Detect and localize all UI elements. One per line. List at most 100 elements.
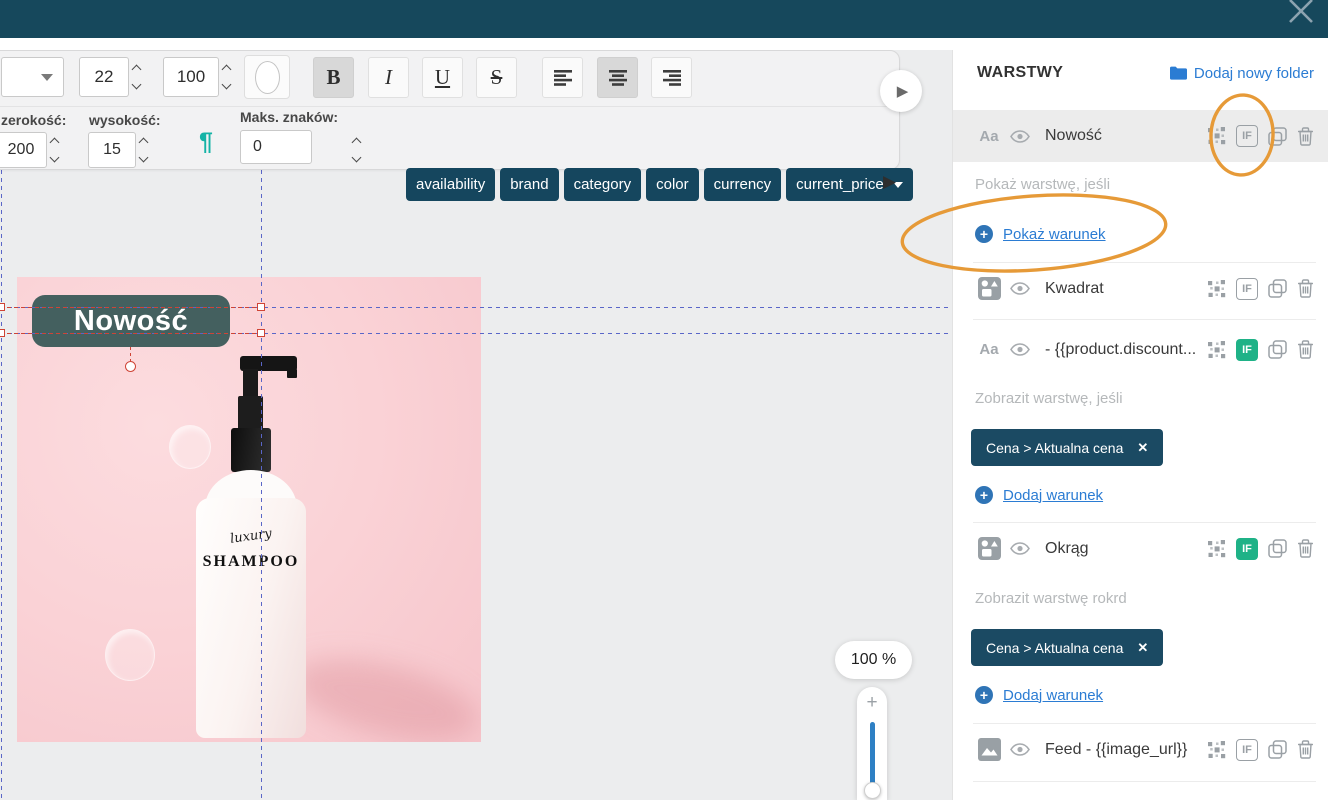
chip-availability[interactable]: availability (406, 168, 496, 201)
opacity-input[interactable]: 100 (163, 57, 219, 97)
layer-row-feed[interactable]: Feed - {{image_url}} IF (953, 724, 1328, 775)
step-down-icon (138, 152, 149, 163)
layer-row-nowosc[interactable]: Aa Nowość IF (953, 110, 1328, 162)
duplicate-icon[interactable] (1268, 279, 1287, 298)
position-dissolve-icon[interactable] (1208, 279, 1226, 298)
underline-label: U (434, 65, 451, 89)
height-value: 15 (103, 141, 121, 158)
selection-bottom-edge (0, 333, 262, 334)
nowosc-badge-layer[interactable]: Nowość (32, 295, 230, 347)
zoom-slider-handle[interactable] (863, 782, 881, 799)
align-left-button[interactable] (542, 57, 583, 98)
visibility-eye-icon[interactable] (1010, 542, 1030, 555)
text-format-toolbar: 22 100 B I U S zerokość: 200 wysokość: 1… (0, 50, 913, 201)
show-condition-label: Pokaż warunek (1003, 225, 1106, 243)
bold-button[interactable]: B (313, 57, 354, 98)
selection-handle-bottom-right[interactable] (257, 329, 265, 337)
trash-icon[interactable] (1297, 126, 1314, 146)
chip-currency[interactable]: currency (703, 168, 782, 201)
zoom-slider-track[interactable] (869, 722, 875, 790)
font-size-input[interactable]: 22 (79, 57, 129, 97)
chip-current-price-label: current_price (796, 176, 884, 193)
layer-row-okrag[interactable]: Okrąg IF (953, 523, 1328, 574)
font-family-select[interactable] (1, 57, 64, 97)
height-input[interactable]: 15 (88, 132, 136, 168)
font-size-stepper[interactable] (131, 57, 142, 97)
if-condition-icon-active[interactable]: IF (1236, 338, 1258, 361)
layer-row-kwadrat[interactable]: Kwadrat IF (953, 263, 1328, 314)
visibility-eye-icon[interactable] (1010, 282, 1030, 295)
trash-icon[interactable] (1297, 340, 1314, 359)
if-condition-icon[interactable]: IF (1236, 738, 1258, 761)
selection-handle-top-left[interactable] (0, 303, 5, 311)
ruler-strip (0, 38, 1328, 50)
zoom-in-button[interactable]: + (857, 692, 887, 714)
remove-condition-icon[interactable]: ✕ (1137, 440, 1148, 456)
duplicate-icon[interactable] (1268, 340, 1287, 359)
trash-icon[interactable] (1297, 279, 1314, 298)
toolbar-expand-button[interactable]: ▶ (880, 70, 922, 112)
image-layer-icon (977, 738, 1001, 761)
align-center-button[interactable] (597, 57, 638, 98)
pilcrow-icon[interactable]: ¶ (199, 128, 213, 157)
max-chars-input[interactable]: 0 (240, 130, 312, 164)
position-dissolve-icon[interactable] (1208, 340, 1226, 359)
opacity-stepper[interactable] (221, 57, 232, 97)
if-condition-icon[interactable]: IF (1236, 277, 1258, 300)
max-chars-label: Maks. znaków: (240, 109, 339, 125)
opacity-value: 100 (176, 67, 206, 86)
chip-color[interactable]: color (646, 168, 699, 201)
layers-panel: WARSTWY Dodaj nowy folder Aa Nowość IF P… (952, 38, 1328, 800)
chip-brand[interactable]: brand (500, 168, 559, 201)
width-input[interactable]: 200 (0, 132, 47, 168)
height-stepper[interactable] (138, 130, 149, 170)
color-swatch-button[interactable] (244, 55, 290, 99)
rotation-handle[interactable] (125, 361, 136, 372)
width-stepper[interactable] (49, 130, 60, 170)
underline-button[interactable]: U (422, 57, 463, 98)
close-icon[interactable] (1286, 0, 1316, 27)
duplicate-icon[interactable] (1268, 126, 1287, 146)
show-condition-link[interactable]: + Pokaż warunek (975, 224, 1106, 244)
step-up-icon (138, 137, 149, 148)
trash-icon[interactable] (1297, 539, 1314, 558)
max-chars-value: 0 (253, 138, 262, 155)
add-condition-link[interactable]: + Dodaj warunek (975, 485, 1103, 505)
bubble (169, 425, 211, 469)
strikethrough-label: S (490, 65, 503, 89)
ellipse-swatch-icon (254, 60, 280, 94)
add-condition-link[interactable]: + Dodaj warunek (975, 685, 1103, 705)
add-folder-link[interactable]: Dodaj nowy folder (1169, 65, 1314, 82)
if-condition-icon[interactable]: IF (1236, 125, 1258, 147)
layer-row-discount[interactable]: Aa - {{product.discount... IF (953, 324, 1328, 375)
plus-circle-icon: + (975, 486, 993, 504)
position-dissolve-icon[interactable] (1208, 127, 1226, 145)
font-size-value: 22 (94, 67, 114, 86)
trash-icon[interactable] (1297, 740, 1314, 759)
zoom-slider[interactable]: + (857, 687, 887, 800)
pump-cap (231, 428, 271, 472)
remove-condition-icon[interactable]: ✕ (1137, 640, 1148, 656)
divider (973, 781, 1316, 782)
visibility-eye-icon[interactable] (1010, 343, 1030, 356)
chips-scroll-right-icon[interactable]: ▶ (883, 172, 896, 192)
selection-top-edge (0, 307, 262, 308)
align-right-button[interactable] (651, 57, 692, 98)
visibility-eye-icon[interactable] (1010, 129, 1030, 143)
plus-circle-icon: + (975, 686, 993, 704)
strikethrough-button[interactable]: S (476, 57, 517, 98)
italic-button[interactable]: I (368, 57, 409, 98)
position-dissolve-icon[interactable] (1208, 740, 1226, 759)
duplicate-icon[interactable] (1268, 539, 1287, 558)
visibility-eye-icon[interactable] (1010, 743, 1030, 756)
position-dissolve-icon[interactable] (1208, 539, 1226, 558)
zoom-level-badge: 100 % (835, 641, 912, 679)
chip-category[interactable]: category (563, 168, 642, 201)
if-condition-icon-active[interactable]: IF (1236, 537, 1258, 560)
selection-handle-bottom-left[interactable] (0, 329, 5, 337)
selection-handle-top-right[interactable] (257, 303, 265, 311)
step-up-icon (351, 137, 362, 148)
max-chars-stepper[interactable] (351, 130, 362, 170)
step-up-icon (49, 137, 60, 148)
duplicate-icon[interactable] (1268, 740, 1287, 759)
